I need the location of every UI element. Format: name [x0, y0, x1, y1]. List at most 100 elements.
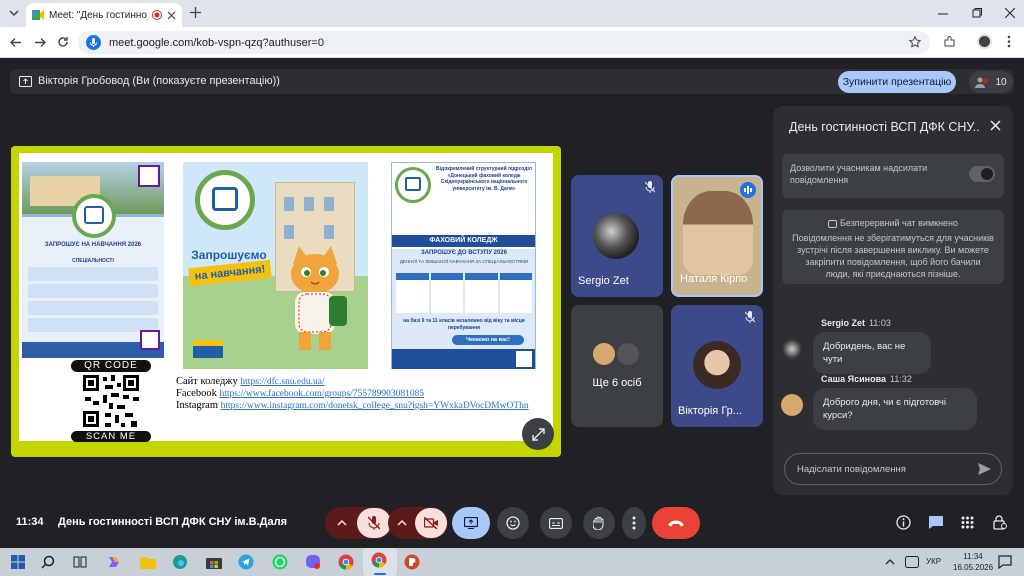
presentation-slide: ЗАПРОШУЄ НА НАВЧАННЯ 2026 СПЕЦІАЛЬНОСТІ …	[11, 146, 561, 457]
chat-icon[interactable]	[928, 515, 944, 530]
participant-tile-self[interactable]: Вікторія Гр...	[671, 305, 763, 427]
mic-off-icon	[645, 181, 655, 193]
right-poster-footer	[392, 349, 535, 369]
telegram-icon[interactable]	[236, 552, 256, 572]
leave-call-button[interactable]	[652, 507, 700, 539]
store-icon[interactable]	[204, 552, 224, 572]
participant-tile-active[interactable]: Наталя Кірпо	[671, 175, 763, 297]
host-controls-icon[interactable]	[993, 515, 1007, 530]
windows-taskbar	[0, 548, 1024, 576]
powerpoint-icon[interactable]	[402, 552, 422, 572]
right-logo-icon	[395, 167, 431, 203]
reactions-button[interactable]	[497, 507, 529, 539]
info-body: Повідомлення не зберігатимуться для учас…	[792, 233, 994, 279]
camera-options-chevron-icon[interactable]	[389, 520, 415, 526]
windows-start-icon[interactable]	[8, 552, 28, 572]
specialty-columns	[396, 273, 532, 313]
whatsapp-icon[interactable]	[270, 552, 290, 572]
minimize-icon[interactable]	[938, 9, 948, 19]
tray-apps-icon[interactable]	[902, 552, 922, 572]
notifications-icon[interactable]	[995, 552, 1015, 572]
close-icon[interactable]	[990, 120, 1001, 131]
chat-info-box: Безперервний чат вимкнено Повідомлення н…	[782, 210, 1004, 284]
captions-button[interactable]	[540, 507, 572, 539]
participant-name: Наталя Кірпо	[680, 273, 748, 285]
forward-icon[interactable]	[34, 37, 46, 48]
extensions-icon[interactable]	[944, 36, 956, 48]
allow-messages-toggle[interactable]	[969, 166, 995, 182]
back-icon[interactable]	[10, 37, 22, 48]
present-screen-icon	[19, 76, 32, 87]
more-options-button[interactable]	[622, 507, 646, 539]
others-tile[interactable]: Ще 6 осіб	[571, 305, 663, 427]
site-info-icon[interactable]	[86, 35, 101, 50]
expand-presentation-button[interactable]	[522, 418, 554, 450]
middle-logo-icon	[195, 170, 255, 230]
specialties-heading: СПЕЦІАЛЬНОСТІ	[72, 258, 114, 264]
allow-messages-label: Дозволити учасникам надсилати повідомлен…	[790, 163, 928, 185]
task-view-icon[interactable]	[70, 552, 90, 572]
instagram-label: Instagram	[176, 400, 218, 411]
meeting-details-icon[interactable]	[896, 515, 911, 530]
tab-search-icon[interactable]	[8, 7, 20, 19]
mic-off-button[interactable]	[357, 508, 391, 538]
mic-options-chevron-icon[interactable]	[327, 520, 357, 526]
college-links: Сайт коледжу https://dfc.snu.edu.ua/ Fac…	[176, 376, 529, 412]
chrome-active-slot[interactable]	[363, 548, 397, 576]
profile-avatar[interactable]	[977, 34, 992, 49]
left-poster: ЗАПРОШУЄ НА НАВЧАННЯ 2026 СПЕЦІАЛЬНОСТІ	[22, 162, 164, 358]
reload-icon[interactable]	[57, 36, 69, 48]
menu-dots-icon[interactable]	[1007, 35, 1011, 48]
taskbar-time: 11:34	[963, 552, 983, 561]
browser-tab-meet[interactable]: Meet: "День гостинності В	[26, 3, 182, 27]
people-avatars-icon	[975, 76, 989, 88]
omnibox[interactable]: meet.google.com/kob-vspn-qzq?authuser=0	[78, 31, 930, 54]
activities-icon[interactable]	[961, 516, 974, 529]
restore-icon[interactable]	[972, 8, 982, 18]
new-tab-icon[interactable]	[190, 7, 201, 18]
invite-line1: Запрошуємо	[191, 248, 267, 262]
right-poster-basis: на базі 9 та 11 класів незалежно від вік…	[403, 318, 525, 331]
url-text: meet.google.com/kob-vspn-qzq?authuser=0	[109, 36, 324, 49]
invite-line2: на навчання!	[188, 259, 272, 287]
facebook-label: Facebook	[176, 388, 217, 399]
close-window-icon[interactable]	[1005, 8, 1015, 18]
raise-hand-button[interactable]	[583, 507, 615, 539]
taskbar-date: 16.05.2026	[953, 563, 994, 572]
message-bubble: Доброго дня, чи є підготовчі курси?	[813, 388, 977, 430]
send-icon[interactable]	[978, 463, 991, 475]
taskbar-clock[interactable]: 11:34 16.05.2026	[953, 551, 993, 573]
participant-name: Вікторія Гр...	[678, 405, 742, 417]
present-button[interactable]	[452, 507, 490, 539]
search-icon[interactable]	[38, 552, 58, 572]
emoji-icon	[506, 516, 520, 530]
viber-icon[interactable]	[303, 552, 323, 572]
chat-message-input[interactable]: Надіслати повідомлення	[784, 453, 1002, 485]
cat-mascot-image	[279, 242, 349, 357]
browser-tab-bar: Meet: "День гостинності В	[0, 0, 1024, 27]
star-icon[interactable]	[909, 36, 921, 48]
meeting-name: День гостинності ВСП ДФК СНУ ім.В.Даля	[58, 516, 287, 528]
meeting-clock: 11:34	[16, 516, 44, 528]
captions-icon	[549, 517, 563, 529]
camera-off-button[interactable]	[415, 508, 447, 538]
instagram-link[interactable]: https://www.instagram.com/donetsk_colleg…	[221, 401, 529, 411]
chrome-icon[interactable]	[336, 552, 356, 572]
site-link[interactable]: https://dfc.snu.edu.ua/	[240, 377, 324, 387]
keyboard-language[interactable]: УКР	[926, 557, 941, 566]
participants-count: 10	[995, 76, 1007, 88]
facebook-link[interactable]: https://www.facebook.com/groups/75578990…	[219, 389, 424, 399]
edge-icon[interactable]	[170, 552, 190, 572]
avatar	[781, 394, 803, 416]
present-screen-icon	[464, 517, 478, 529]
camera-control	[388, 507, 448, 539]
right-poster-qr-icon	[516, 351, 532, 367]
copilot-icon[interactable]	[104, 552, 124, 572]
tab-title: Meet: "День гостинності В	[49, 9, 147, 21]
close-tab-icon[interactable]	[167, 11, 176, 20]
file-explorer-icon[interactable]	[138, 552, 158, 572]
participants-button[interactable]: 10	[969, 71, 1013, 93]
stop-presenting-button[interactable]: Зупинити презентацію	[838, 71, 956, 93]
tray-chevron-up-icon[interactable]	[880, 552, 900, 572]
participant-tile[interactable]: Sergio Zet	[571, 175, 663, 297]
